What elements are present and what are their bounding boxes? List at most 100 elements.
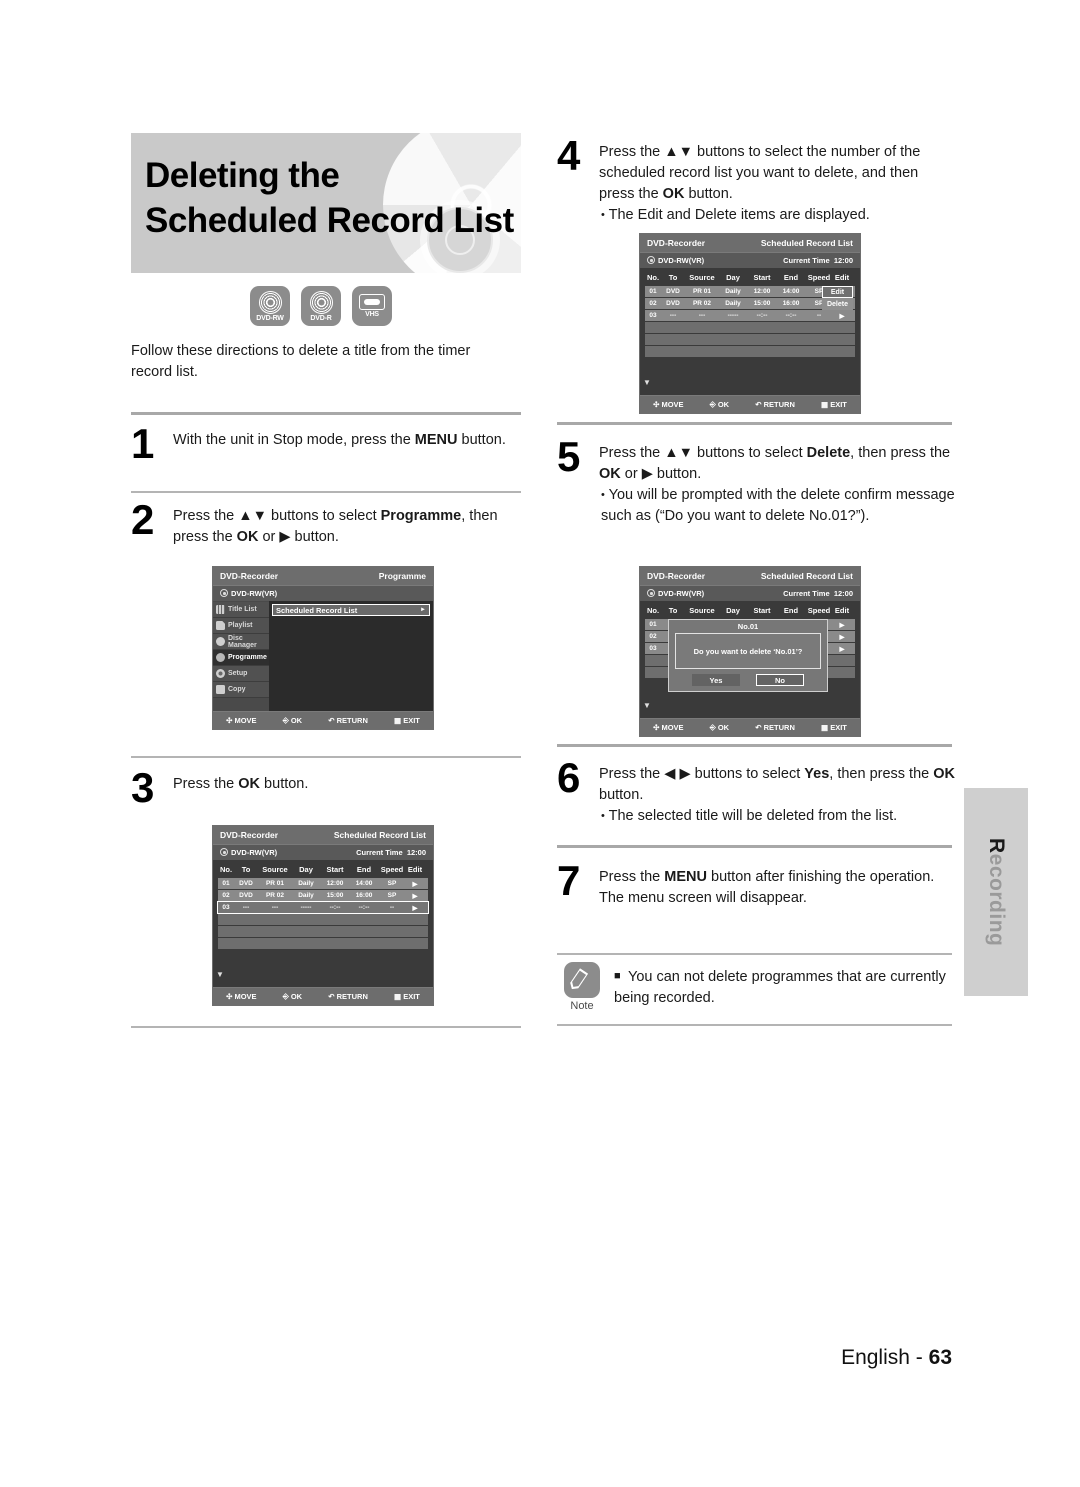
screen-titlebar: DVD-Recorder Scheduled Record List bbox=[640, 567, 860, 585]
left-column: Deleting the Scheduled Record List bbox=[131, 133, 521, 273]
current-time: Current Time 12:00 bbox=[783, 256, 853, 265]
table-row-selected[interactable]: 03 --- --- ----- --:-- --:-- -- ▶ bbox=[217, 901, 429, 914]
disc-type: DVD-RW(VR) bbox=[647, 256, 704, 265]
no-button[interactable]: No bbox=[756, 674, 804, 686]
step-4: 4 Press the ▲▼ buttons to select the num… bbox=[557, 135, 957, 226]
footer-return[interactable]: ↶ RETURN bbox=[328, 992, 368, 1001]
step-1-text-a: With the unit in Stop mode, press the bbox=[173, 432, 415, 448]
screen-mode-label: Programme bbox=[378, 571, 426, 581]
sidebar-item-title-list[interactable]: Title List bbox=[213, 602, 269, 618]
disc-type-label: DVD-RW(VR) bbox=[658, 256, 705, 265]
footer-ok[interactable]: ⎆ OK bbox=[710, 723, 729, 733]
row-edit-arrow-icon[interactable]: ▶ bbox=[833, 621, 851, 629]
footer-move[interactable]: ✣ MOVE bbox=[653, 723, 683, 732]
table-row[interactable]: 02 DVD PR 02 Daily 15:00 16:00 SP ▶ bbox=[218, 890, 428, 901]
step-4-text-a: Press the ▲▼ buttons to select the numbe… bbox=[599, 144, 921, 202]
menu-layout: Title List Playlist Disc Manager Program… bbox=[213, 601, 433, 711]
step-3-text-a: Press the bbox=[173, 776, 239, 792]
step-5-text-c: or ▶ button. bbox=[620, 466, 702, 482]
step-4-text-b: button. bbox=[684, 186, 733, 202]
step-1-bold-a: MENU bbox=[414, 432, 458, 448]
page-title-line1: Deleting the bbox=[145, 156, 340, 195]
current-time-label: Current Time bbox=[783, 589, 830, 598]
current-time-value: 12:00 bbox=[833, 256, 853, 265]
footer-exit[interactable]: ▦ EXIT bbox=[821, 400, 847, 409]
footer-return[interactable]: ↶ RETURN bbox=[328, 716, 368, 725]
sidebar-item-playlist[interactable]: Playlist bbox=[213, 618, 269, 634]
scheduled-record-list-entry[interactable]: Scheduled Record List ► bbox=[272, 604, 430, 616]
entry-label: Scheduled Record List bbox=[276, 605, 358, 615]
footer-ok[interactable]: ⎆ OK bbox=[710, 400, 729, 410]
row-edit-arrow-icon[interactable]: ▶ bbox=[406, 904, 424, 912]
col-source: Source bbox=[689, 606, 715, 615]
table-row[interactable]: 03 --- --- ----- --:-- --:-- -- ▶ bbox=[645, 310, 855, 321]
col-to: To bbox=[668, 273, 678, 282]
table-row-empty bbox=[218, 926, 428, 937]
scroll-down-icon[interactable]: ▼ bbox=[643, 701, 651, 710]
footer-ok[interactable]: ⎆ OK bbox=[283, 992, 302, 1002]
step-3-bold-a: OK bbox=[238, 776, 261, 792]
sidebar-item-programme[interactable]: Programme bbox=[213, 650, 269, 666]
footer-ok[interactable]: ⎆ OK bbox=[283, 716, 302, 726]
footer-exit[interactable]: ▦ EXIT bbox=[821, 723, 847, 732]
table-row-empty bbox=[645, 346, 855, 357]
screen-titlebar: DVD-Recorder Scheduled Record List bbox=[640, 234, 860, 252]
sidebar-item-copy[interactable]: Copy bbox=[213, 682, 269, 698]
vhs-label: VHS bbox=[365, 311, 379, 318]
current-time-value: 12:00 bbox=[833, 589, 853, 598]
step-7-bold-a: MENU bbox=[664, 869, 707, 885]
step-5-bullet: • You will be prompted with the delete c… bbox=[599, 485, 957, 527]
sidebar-item-setup[interactable]: Setup bbox=[213, 666, 269, 682]
step-1: 1 With the unit in Stop mode, press the … bbox=[131, 423, 521, 465]
dropdown-item-delete[interactable]: Delete bbox=[822, 298, 853, 310]
footer-return[interactable]: ↶ RETURN bbox=[755, 723, 795, 732]
page-footer: English - 63 bbox=[0, 1346, 952, 1370]
screen-subbar: DVD-RW(VR) Current Time 12:00 bbox=[640, 252, 860, 268]
current-time: Current Time 12:00 bbox=[783, 589, 853, 598]
col-end: End bbox=[783, 273, 799, 282]
disc-icon bbox=[647, 256, 655, 264]
row-edit-arrow-icon[interactable]: ▶ bbox=[406, 880, 424, 888]
footer-move[interactable]: ✣ MOVE bbox=[653, 400, 683, 409]
disc-icon bbox=[647, 589, 655, 597]
table-row-empty bbox=[218, 938, 428, 949]
col-speed: Speed bbox=[380, 865, 404, 874]
playlist-icon bbox=[216, 621, 225, 630]
step-6-text-b: , then press the bbox=[829, 766, 934, 782]
current-time-label: Current Time bbox=[356, 848, 403, 857]
col-edit: Edit bbox=[834, 606, 850, 615]
device-label: DVD-Recorder bbox=[647, 238, 706, 248]
step-6-text: Press the ◀ ▶ buttons to select Yes, the… bbox=[599, 758, 957, 827]
page-title: Deleting the Scheduled Record List bbox=[131, 133, 521, 243]
row-edit-arrow-icon[interactable]: ▶ bbox=[833, 645, 851, 653]
current-time-value: 12:00 bbox=[406, 848, 426, 857]
dropdown-item-edit[interactable]: Edit bbox=[822, 286, 853, 298]
step-5-text-b: , then press the bbox=[850, 445, 951, 461]
col-no: No. bbox=[646, 606, 660, 615]
scroll-down-icon[interactable]: ▼ bbox=[643, 378, 651, 387]
step-6-bold-a: Yes bbox=[804, 766, 830, 782]
footer-exit[interactable]: ▦ EXIT bbox=[394, 992, 420, 1001]
row-edit-arrow-icon[interactable]: ▶ bbox=[833, 633, 851, 641]
divider bbox=[557, 744, 952, 747]
divider bbox=[131, 412, 521, 415]
scroll-down-icon[interactable]: ▼ bbox=[216, 970, 224, 979]
footer-exit[interactable]: ▦ EXIT bbox=[394, 716, 420, 725]
step-3: 3 Press the OK button. bbox=[131, 767, 521, 809]
device-label: DVD-Recorder bbox=[647, 571, 706, 581]
page-title-banner: Deleting the Scheduled Record List bbox=[131, 133, 521, 273]
footer-move[interactable]: ✣ MOVE bbox=[226, 992, 256, 1001]
disc-type-label: DVD-RW(VR) bbox=[231, 589, 278, 598]
row-edit-arrow-icon[interactable]: ▶ bbox=[833, 312, 851, 320]
screen-subbar: DVD-RW(VR) Current Time 12:00 bbox=[640, 585, 860, 601]
sidebar-item-disc-manager[interactable]: Disc Manager bbox=[213, 634, 269, 650]
disc-type: DVD-RW(VR) bbox=[220, 848, 277, 857]
table-row-empty bbox=[645, 334, 855, 345]
footer-return[interactable]: ↶ RETURN bbox=[755, 400, 795, 409]
footer-move[interactable]: ✣ MOVE bbox=[226, 716, 256, 725]
table-row[interactable]: 01 DVD PR 01 Daily 12:00 14:00 SP ▶ bbox=[218, 878, 428, 889]
screen-body: No. To Source Day Start End Speed Edit 0… bbox=[640, 601, 860, 718]
row-edit-arrow-icon[interactable]: ▶ bbox=[406, 892, 424, 900]
record-table: No. To Source Day Start End Speed Edit 0… bbox=[213, 860, 433, 952]
yes-button[interactable]: Yes bbox=[692, 674, 740, 686]
